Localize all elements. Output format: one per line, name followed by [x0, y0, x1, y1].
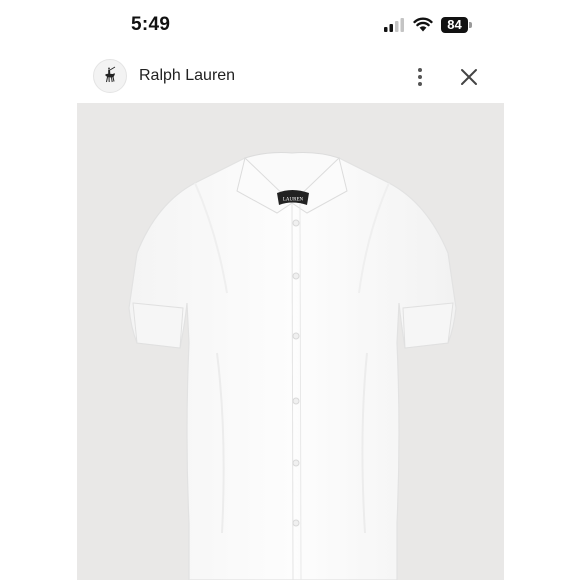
app-bar: Ralph Lauren [77, 50, 504, 103]
left-margin [0, 0, 77, 580]
battery-level: 84 [447, 17, 462, 32]
shirt-brand-label: LAUREN [283, 198, 304, 203]
product-image: LAUREN [128, 152, 457, 580]
product-image-area: LAUREN [77, 103, 504, 580]
app-title: Ralph Lauren [139, 67, 236, 84]
cellular-signal-icon [384, 18, 404, 32]
right-margin [504, 0, 580, 580]
battery-icon: 84 [441, 17, 472, 33]
polo-player-logo-icon [93, 59, 127, 93]
wifi-icon [413, 17, 433, 32]
more-vertical-icon[interactable] [408, 65, 432, 89]
status-bar: 5:49 84 [77, 0, 504, 50]
close-icon[interactable] [457, 65, 481, 89]
status-time: 5:49 [131, 14, 171, 35]
phone-screen: 5:49 84 Ralph Lauren LAUREN [77, 0, 504, 580]
